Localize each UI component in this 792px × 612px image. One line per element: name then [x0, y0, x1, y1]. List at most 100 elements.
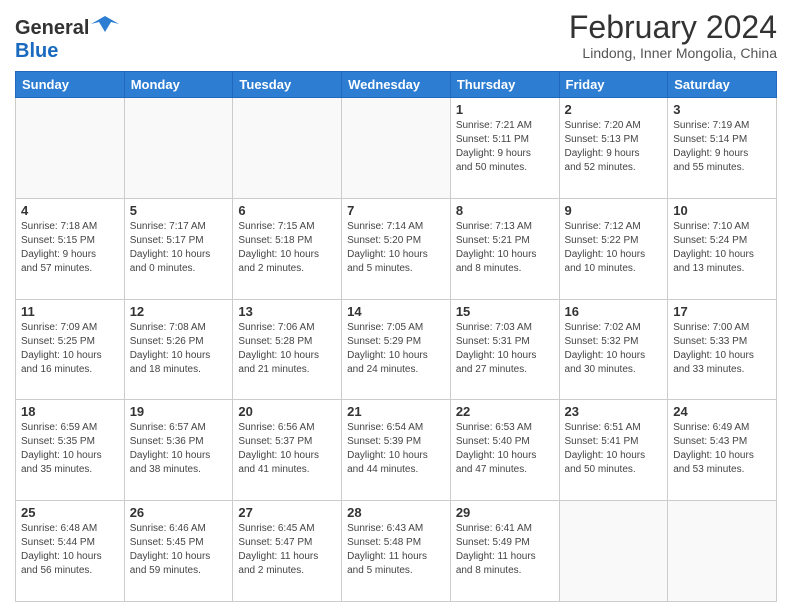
day-info: Sunrise: 7:10 AM Sunset: 5:24 PM Dayligh… [673, 220, 771, 276]
day-info: Sunrise: 6:45 AM Sunset: 5:47 PM Dayligh… [238, 522, 336, 578]
calendar-week-row: 18 Sunrise: 6:59 AM Sunset: 5:35 PM Dayli… [16, 400, 777, 501]
day-number: 10 [673, 203, 771, 218]
calendar-cell: 16 Sunrise: 7:02 AM Sunset: 5:32 PM Dayli… [559, 299, 668, 400]
calendar-cell: 1 Sunrise: 7:21 AM Sunset: 5:11 PM Daylig… [450, 98, 559, 199]
day-number: 18 [21, 404, 119, 419]
calendar-cell [16, 98, 125, 199]
calendar-week-row: 1 Sunrise: 7:21 AM Sunset: 5:11 PM Daylig… [16, 98, 777, 199]
calendar-cell: 26 Sunrise: 6:46 AM Sunset: 5:45 PM Dayli… [124, 501, 233, 602]
calendar-cell: 8Sunrise: 7:13 AM Sunset: 5:21 PM Daylig… [450, 198, 559, 299]
day-number: 23 [565, 404, 663, 419]
day-info: Sunrise: 7:12 AM Sunset: 5:22 PM Dayligh… [565, 220, 663, 276]
day-info: Sunrise: 7:19 AM Sunset: 5:14 PM Dayligh… [673, 119, 771, 175]
calendar-cell: 23 Sunrise: 6:51 AM Sunset: 5:41 PM Dayli… [559, 400, 668, 501]
day-number: 14 [347, 304, 445, 319]
calendar-week-row: 11 Sunrise: 7:09 AM Sunset: 5:25 PM Dayli… [16, 299, 777, 400]
calendar-cell: 7 Sunrise: 7:14 AM Sunset: 5:20 PM Daylig… [342, 198, 451, 299]
day-info: Sunrise: 7:03 AM Sunset: 5:31 PM Dayligh… [456, 321, 554, 377]
calendar-day-header: Monday [124, 72, 233, 98]
day-info: Sunrise: 6:51 AM Sunset: 5:41 PM Dayligh… [565, 421, 663, 477]
calendar-cell [233, 98, 342, 199]
day-info: Sunrise: 7:17 AM Sunset: 5:17 PM Dayligh… [130, 220, 228, 276]
day-number: 2 [565, 102, 663, 117]
calendar-cell: 11 Sunrise: 7:09 AM Sunset: 5:25 PM Dayli… [16, 299, 125, 400]
calendar-cell: 28 Sunrise: 6:43 AM Sunset: 5:48 PM Dayli… [342, 501, 451, 602]
day-info: Sunrise: 6:43 AM Sunset: 5:48 PM Dayligh… [347, 522, 445, 578]
calendar-cell: 25 Sunrise: 6:48 AM Sunset: 5:44 PM Dayli… [16, 501, 125, 602]
calendar-cell: 14 Sunrise: 7:05 AM Sunset: 5:29 PM Dayli… [342, 299, 451, 400]
day-info: Sunrise: 6:57 AM Sunset: 5:36 PM Dayligh… [130, 421, 228, 477]
day-number: 9 [565, 203, 663, 218]
day-info: Sunrise: 6:53 AM Sunset: 5:40 PM Dayligh… [456, 421, 554, 477]
calendar-week-row: 4 Sunrise: 7:18 AM Sunset: 5:15 PM Daylig… [16, 198, 777, 299]
day-number: 29 [456, 505, 554, 520]
calendar-cell: 6Sunrise: 7:15 AM Sunset: 5:18 PM Daylig… [233, 198, 342, 299]
day-info: Sunrise: 7:18 AM Sunset: 5:15 PM Dayligh… [21, 220, 119, 276]
day-info: Sunrise: 7:02 AM Sunset: 5:32 PM Dayligh… [565, 321, 663, 377]
day-info: Sunrise: 6:46 AM Sunset: 5:45 PM Dayligh… [130, 522, 228, 578]
title-block: February 2024 Lindong, Inner Mongolia, C… [569, 10, 777, 61]
day-info: Sunrise: 7:14 AM Sunset: 5:20 PM Dayligh… [347, 220, 445, 276]
calendar-day-header: Friday [559, 72, 668, 98]
day-number: 7 [347, 203, 445, 218]
day-info: Sunrise: 7:20 AM Sunset: 5:13 PM Dayligh… [565, 119, 663, 175]
calendar-cell [342, 98, 451, 199]
calendar-cell: 12Sunrise: 7:08 AM Sunset: 5:26 PM Dayli… [124, 299, 233, 400]
day-info: Sunrise: 7:09 AM Sunset: 5:25 PM Dayligh… [21, 321, 119, 377]
calendar-cell: 5 Sunrise: 7:17 AM Sunset: 5:17 PM Daylig… [124, 198, 233, 299]
day-info: Sunrise: 7:00 AM Sunset: 5:33 PM Dayligh… [673, 321, 771, 377]
header: General Blue February 2024 Lindong, Inne… [15, 10, 777, 63]
day-number: 15 [456, 304, 554, 319]
day-info: Sunrise: 7:06 AM Sunset: 5:28 PM Dayligh… [238, 321, 336, 377]
day-number: 26 [130, 505, 228, 520]
calendar-day-header: Wednesday [342, 72, 451, 98]
day-number: 27 [238, 505, 336, 520]
calendar-cell: 29 Sunrise: 6:41 AM Sunset: 5:49 PM Dayli… [450, 501, 559, 602]
day-info: Sunrise: 7:05 AM Sunset: 5:29 PM Dayligh… [347, 321, 445, 377]
month-year: February 2024 [569, 10, 777, 45]
logo-bird-icon [91, 14, 119, 34]
day-number: 6 [238, 203, 336, 218]
page: General Blue February 2024 Lindong, Inne… [0, 0, 792, 612]
calendar-table: SundayMondayTuesdayWednesdayThursdayFrid… [15, 71, 777, 602]
calendar-cell: 10 Sunrise: 7:10 AM Sunset: 5:24 PM Dayli… [668, 198, 777, 299]
day-info: Sunrise: 6:59 AM Sunset: 5:35 PM Dayligh… [21, 421, 119, 477]
calendar-cell [124, 98, 233, 199]
calendar-cell: 22Sunrise: 6:53 AM Sunset: 5:40 PM Dayli… [450, 400, 559, 501]
calendar-cell: 21Sunrise: 6:54 AM Sunset: 5:39 PM Dayli… [342, 400, 451, 501]
calendar-cell: 3 Sunrise: 7:19 AM Sunset: 5:14 PM Daylig… [668, 98, 777, 199]
day-info: Sunrise: 6:41 AM Sunset: 5:49 PM Dayligh… [456, 522, 554, 578]
day-info: Sunrise: 6:56 AM Sunset: 5:37 PM Dayligh… [238, 421, 336, 477]
day-number: 1 [456, 102, 554, 117]
day-number: 19 [130, 404, 228, 419]
calendar-cell: 27 Sunrise: 6:45 AM Sunset: 5:47 PM Dayli… [233, 501, 342, 602]
location: Lindong, Inner Mongolia, China [569, 45, 777, 61]
calendar-day-header: Sunday [16, 72, 125, 98]
day-number: 24 [673, 404, 771, 419]
calendar-week-row: 25 Sunrise: 6:48 AM Sunset: 5:44 PM Dayli… [16, 501, 777, 602]
day-info: Sunrise: 6:49 AM Sunset: 5:43 PM Dayligh… [673, 421, 771, 477]
logo-general: General [15, 17, 89, 40]
calendar-cell: 19 Sunrise: 6:57 AM Sunset: 5:36 PM Dayli… [124, 400, 233, 501]
day-info: Sunrise: 7:21 AM Sunset: 5:11 PM Dayligh… [456, 119, 554, 175]
calendar-header-row: SundayMondayTuesdayWednesdayThursdayFrid… [16, 72, 777, 98]
day-number: 3 [673, 102, 771, 117]
day-info: Sunrise: 6:54 AM Sunset: 5:39 PM Dayligh… [347, 421, 445, 477]
day-number: 25 [21, 505, 119, 520]
day-number: 11 [21, 304, 119, 319]
day-number: 16 [565, 304, 663, 319]
day-number: 4 [21, 203, 119, 218]
day-number: 12 [130, 304, 228, 319]
day-number: 13 [238, 304, 336, 319]
day-info: Sunrise: 6:48 AM Sunset: 5:44 PM Dayligh… [21, 522, 119, 578]
calendar-day-header: Saturday [668, 72, 777, 98]
calendar-cell: 15 Sunrise: 7:03 AM Sunset: 5:31 PM Dayli… [450, 299, 559, 400]
day-number: 17 [673, 304, 771, 319]
logo: General Blue [15, 14, 119, 63]
day-number: 28 [347, 505, 445, 520]
day-number: 8 [456, 203, 554, 218]
calendar-cell: 2 Sunrise: 7:20 AM Sunset: 5:13 PM Daylig… [559, 98, 668, 199]
day-number: 5 [130, 203, 228, 218]
logo-blue: Blue [15, 40, 58, 62]
calendar-cell: 17 Sunrise: 7:00 AM Sunset: 5:33 PM Dayli… [668, 299, 777, 400]
